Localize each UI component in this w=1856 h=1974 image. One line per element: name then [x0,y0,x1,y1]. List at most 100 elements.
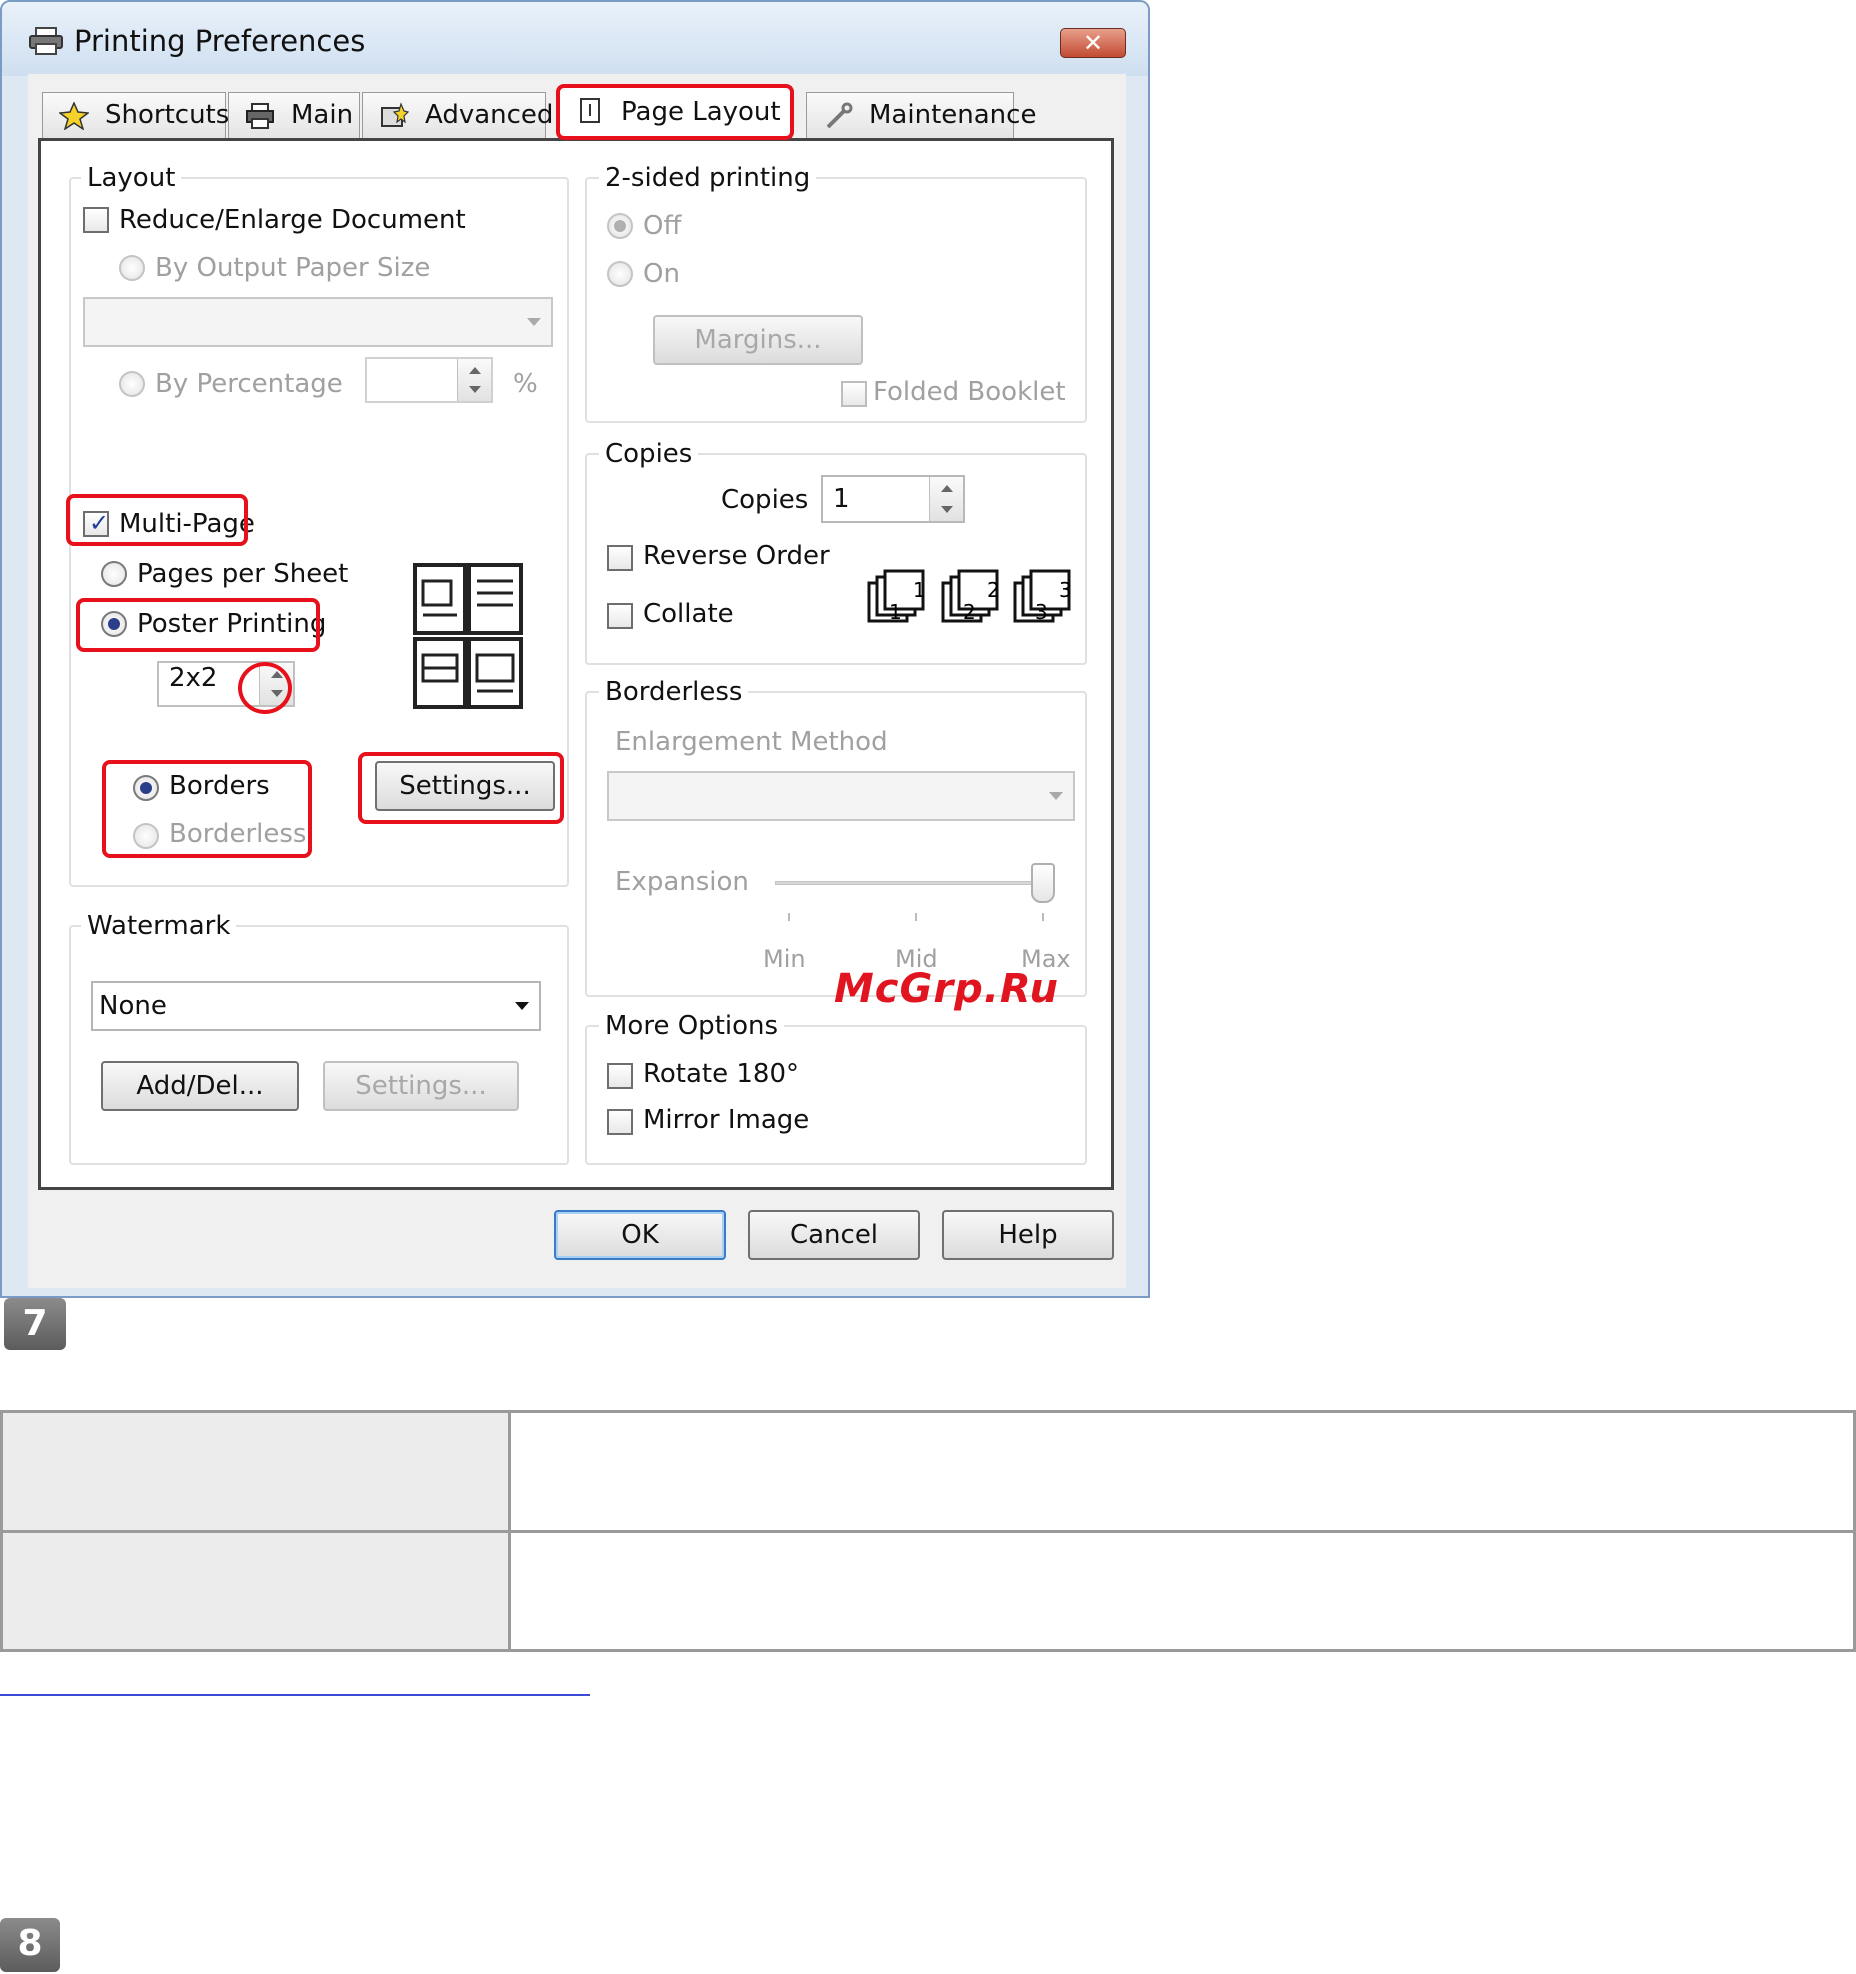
slider-tick [1042,913,1044,921]
collate-label: Collate [643,599,734,629]
rotate-180-checkbox[interactable] [607,1063,633,1089]
collate-page-number: 3 [1035,600,1048,624]
folded-booklet-checkbox[interactable] [841,381,867,407]
step-badge-7: 7 [4,1298,66,1350]
watermark-group-label: Watermark [81,911,237,941]
borderless-group-label: Borderless [599,677,749,707]
highlight-borders [102,760,312,858]
pages-per-sheet-label: Pages per Sheet [137,559,349,589]
collate-page-number: 2 [987,578,1000,602]
page-layout-panel: Layout Reduce/Enlarge Document By Output… [38,138,1114,1190]
hyperlink-underline[interactable] [0,1694,590,1696]
layout-group-label: Layout [81,163,182,193]
reduce-enlarge-label: Reduce/Enlarge Document [119,205,466,235]
two-sided-off-radio[interactable] [607,213,633,239]
slider-min-label: Min [763,945,806,973]
table-row [0,1529,1856,1652]
tab-label: Shortcuts [105,100,230,130]
watermark-settings-button[interactable]: Settings... [323,1061,519,1111]
window-title: Printing Preferences [74,24,366,58]
table-cell [508,1529,1856,1652]
tab-main[interactable]: Main [228,92,360,138]
tab-maintenance[interactable]: Maintenance [806,92,1036,138]
star-icon [59,102,89,130]
ok-button[interactable]: OK [554,1210,726,1260]
mirror-image-checkbox[interactable] [607,1109,633,1135]
wrench-icon [826,102,853,129]
enlargement-method-select[interactable] [607,771,1075,821]
collate-page-number: 1 [889,600,902,624]
close-button[interactable]: ✕ [1060,28,1126,58]
spin-arrows-icon[interactable] [929,477,963,521]
highlight-poster-stepper [238,662,292,714]
highlight-page-layout-tab [556,84,794,140]
margins-button[interactable]: Margins... [653,315,863,365]
copies-group-label: Copies [599,439,699,469]
more-options-group-label: More Options [599,1011,785,1041]
collate-page-number: 1 [913,578,926,602]
add-del-button[interactable]: Add/Del... [101,1061,299,1111]
info-table [0,1410,1856,1652]
rotate-180-label: Rotate 180° [643,1059,800,1089]
cancel-button[interactable]: Cancel [748,1210,920,1260]
tab-shortcuts[interactable]: Shortcuts [42,92,230,138]
cancel-label: Cancel [789,1220,879,1250]
two-sided-off-label: Off [643,211,682,241]
highlight-poster-printing [76,598,320,652]
slider-tick [915,913,917,921]
by-percentage-label: By Percentage [155,369,343,399]
table-row [0,1410,1856,1533]
expansion-label: Expansion [615,867,749,897]
margins-label: Margins... [694,325,822,355]
help-button[interactable]: Help [942,1210,1114,1260]
advanced-gear-icon [381,102,409,127]
two-sided-group-label: 2-sided printing [599,163,817,193]
watermark-select[interactable]: None [91,981,541,1031]
expansion-slider-thumb[interactable] [1031,863,1055,903]
tab-advanced[interactable]: Advanced [362,92,553,138]
percent-sign: % [513,369,538,399]
collate-page-number: 2 [963,600,976,624]
percentage-stepper[interactable] [365,357,493,403]
reduce-enlarge-checkbox[interactable] [83,207,109,233]
close-icon: ✕ [1082,29,1104,57]
slider-tick [788,913,790,921]
chevron-down-icon [527,318,541,326]
watermark-value: None [99,991,167,1021]
collate-stack-icon: 3 3 [1013,569,1072,624]
two-sided-on-radio[interactable] [607,261,633,287]
poster-size-value: 2x2 [169,663,218,693]
mirror-image-label: Mirror Image [643,1105,810,1135]
highlight-multi-page [66,494,248,546]
collate-checkbox[interactable] [607,603,633,629]
table-cell [508,1410,1856,1533]
watermark-settings-label: Settings... [355,1071,487,1101]
title-bar[interactable]: Printing Preferences ✕ [2,2,1148,76]
pages-per-sheet-radio[interactable] [101,561,127,587]
radio-selected-dot [614,220,626,232]
table-cell [0,1410,511,1533]
spin-arrows-icon[interactable] [457,359,491,401]
printer-icon [29,27,63,55]
collate-stack-icon: 2 2 [941,569,1000,624]
tab-label: Advanced [425,100,554,130]
ok-label: OK [621,1220,659,1250]
collate-page-number: 3 [1059,578,1072,602]
expansion-slider-track[interactable] [775,881,1047,885]
folded-booklet-label: Folded Booklet [873,377,1066,407]
output-paper-size-select[interactable] [83,297,553,347]
chevron-down-icon [515,1002,529,1010]
tab-label: Maintenance [869,100,1037,130]
highlight-settings-button [358,752,564,824]
watermark-group [69,925,569,1165]
by-percentage-radio[interactable] [119,371,145,397]
reverse-order-checkbox[interactable] [607,545,633,571]
by-output-paper-size-radio[interactable] [119,255,145,281]
table-cell [0,1529,511,1652]
watermark-overlay-text: McGrp.Ru [834,966,1059,1012]
copies-stepper[interactable]: 1 [821,475,965,523]
step-badge-8: 8 [0,1918,60,1972]
printer-icon [246,103,274,129]
two-sided-on-label: On [643,259,680,289]
by-output-paper-size-label: By Output Paper Size [155,253,431,283]
